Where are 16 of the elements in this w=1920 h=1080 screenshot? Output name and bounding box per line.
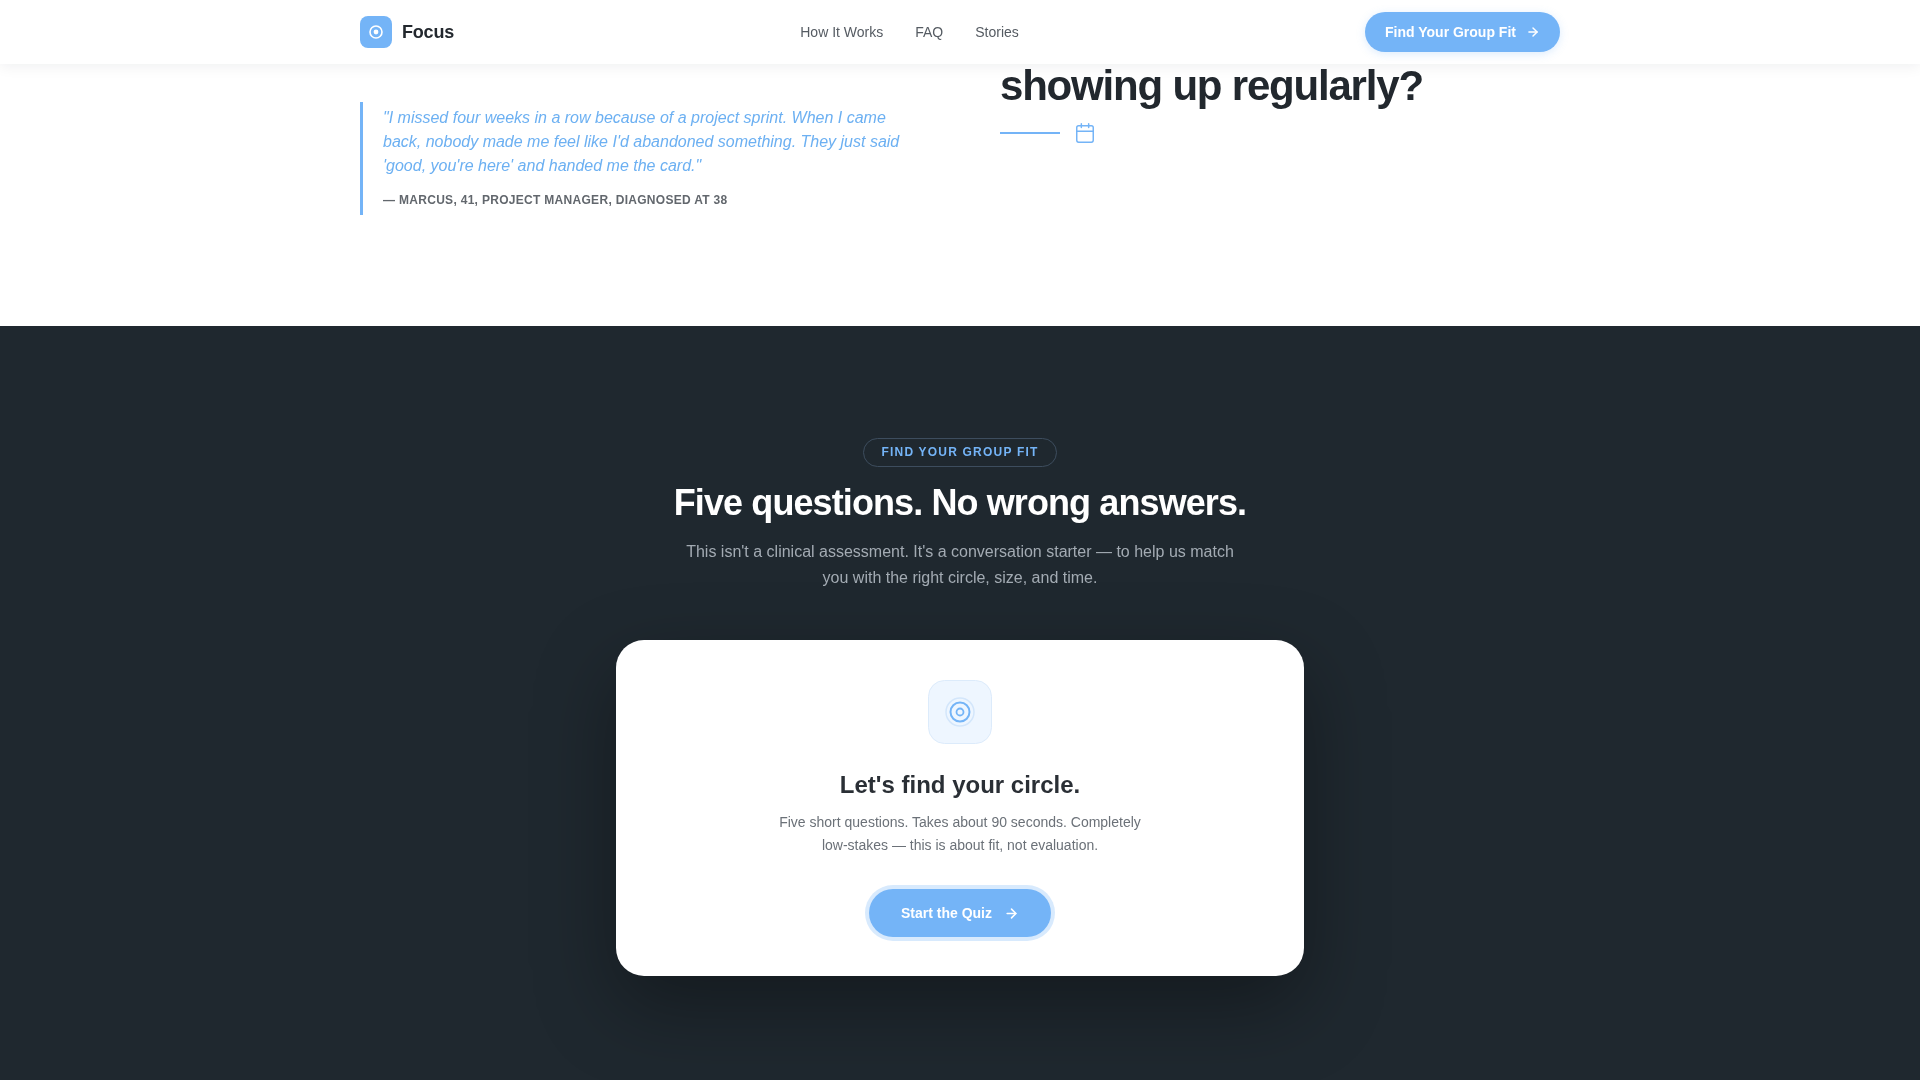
quiz-subtitle: This isn't a clinical assessment. It's a conversation starter — to help us match you with the right circle, size, and time.	[685, 542, 1235, 589]
logo-icon	[360, 16, 392, 48]
card-title: Let's find your circle.	[839, 770, 1081, 801]
quote-text: "I missed four weeks in a row because of a project sprint. When I came back, nobody made me feel like I'd abandoned something. They just said 'good, you're here' and handed me the card."	[383, 108, 901, 176]
brand-name[interactable]: Focus	[402, 21, 454, 43]
quiz-title: Five questions. No wrong answers.	[673, 481, 1247, 525]
section-heading: showing up regularly?	[1000, 64, 1424, 109]
nav-link[interactable]: Stories	[975, 24, 1019, 40]
quote-attribution: — MARCUS, 41, PROJECT MANAGER, DIAGNOSED AT 38	[383, 192, 729, 209]
nav-link[interactable]: FAQ	[915, 24, 944, 40]
target-icon	[928, 680, 992, 745]
card-text: Five short questions. Takes about 90 seconds. Completely low-stakes — this is about fit, not evaluation.	[778, 813, 1142, 856]
nav-link[interactable]: How It Works	[800, 24, 884, 40]
calendar-icon	[1074, 122, 1096, 145]
arrow-right-icon	[1526, 25, 1540, 39]
arrow-right-icon	[1004, 905, 1019, 921]
